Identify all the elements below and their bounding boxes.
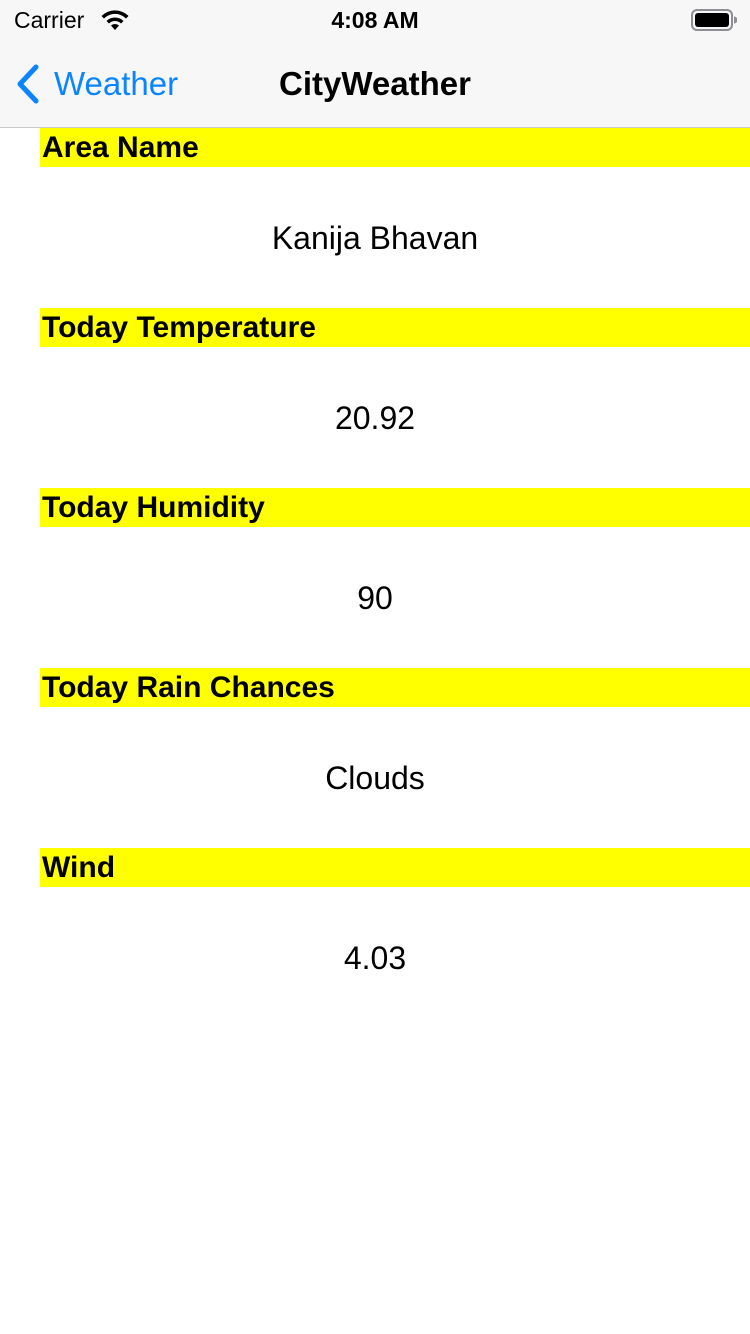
section-humidity: Today Humidity 90	[0, 488, 750, 668]
section-temperature: Today Temperature 20.92	[0, 308, 750, 488]
section-value: Kanija Bhavan	[271, 220, 479, 256]
navigation-bar: Weather CityWeather	[0, 40, 750, 128]
section-area-name: Area Name Kanija Bhavan	[0, 128, 750, 308]
section-value: Clouds	[325, 760, 425, 796]
section-header: Area Name	[40, 128, 750, 167]
section-header: Today Temperature	[40, 308, 750, 347]
section-header: Wind	[40, 848, 750, 887]
section-value: 4.03	[343, 940, 407, 976]
battery-icon	[691, 9, 737, 31]
page-title: CityWeather	[279, 65, 471, 102]
status-bar: Carrier 4:08 AM	[0, 0, 750, 40]
section-rain-chances: Today Rain Chances Clouds	[0, 668, 750, 848]
section-header: Today Humidity	[40, 488, 750, 527]
section-value: 20.92	[334, 400, 416, 436]
weather-details: Area Name Kanija Bhavan Today Temperatur…	[0, 128, 750, 1028]
section-value: 90	[357, 580, 393, 616]
section-wind: Wind 4.03	[0, 848, 750, 1028]
status-time: 4:08 AM	[331, 7, 419, 33]
section-header: Today Rain Chances	[40, 668, 750, 707]
